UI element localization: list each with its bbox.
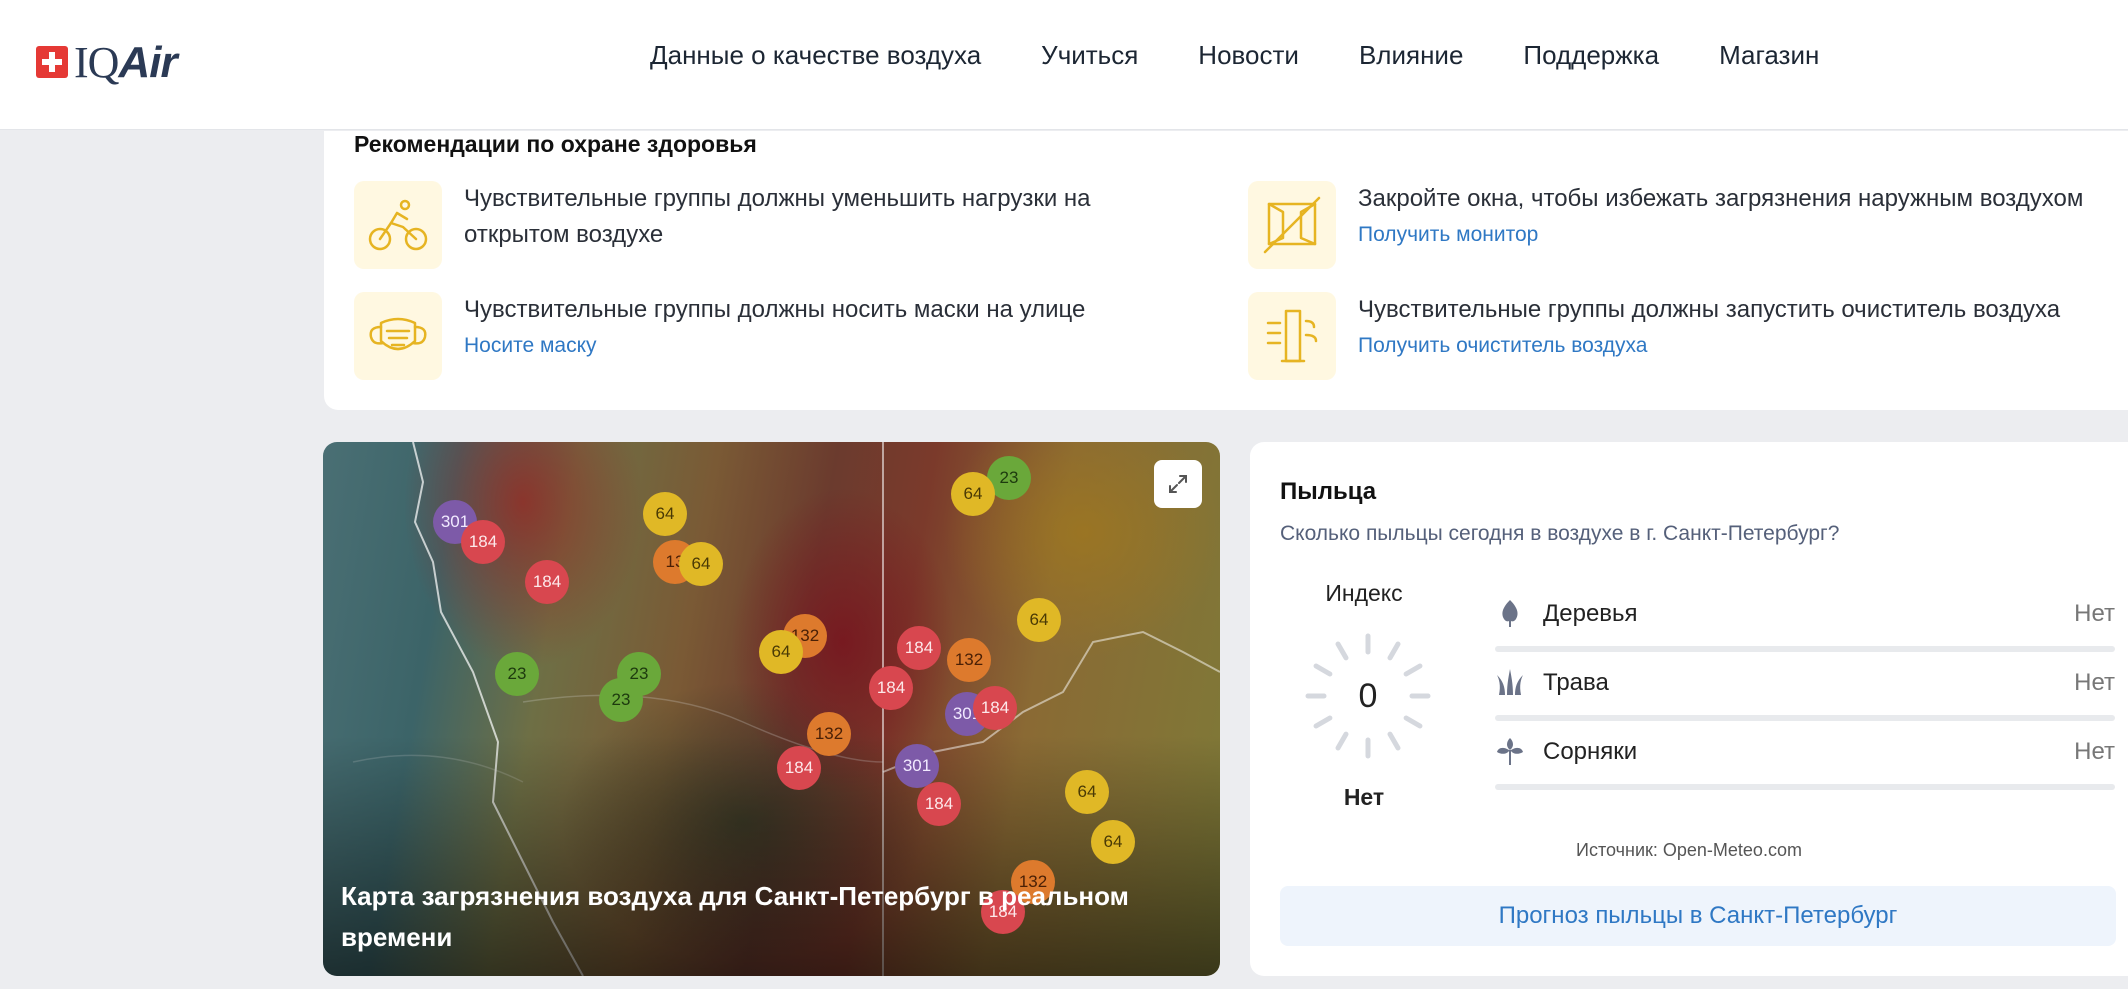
pollen-index-status: Нет [1343, 784, 1385, 810]
recommendation-item: Чувствительные группы должны носить маск… [354, 292, 1184, 380]
pollen-forecast-button[interactable]: Прогноз пыльцы в Санкт-Петербург [1280, 886, 2116, 946]
map-station-marker[interactable]: 184 [973, 686, 1017, 730]
health-recommendations-card: Рекомендации по охране здоровья Чувствит… [324, 131, 2128, 410]
site-header: IQAir Данные о качестве воздуха Учиться … [0, 0, 2128, 130]
recommendation-text: Чувствительные группы должны уменьшить н… [464, 185, 1091, 248]
map-caption[interactable]: Карта загрязнения воздуха для Санкт-Пете… [341, 876, 1141, 958]
recommendation-item: Закройте окна, чтобы избежать загрязнени… [1248, 181, 2108, 269]
recommendation-text: Чувствительные группы должны носить маск… [464, 296, 1086, 323]
get-purifier-link[interactable]: Получить очиститель воздуха [1358, 328, 2108, 364]
grass-icon [1497, 669, 1523, 695]
nav-news[interactable]: Новости [1168, 30, 1329, 81]
swiss-cross-icon [36, 46, 68, 78]
pollution-map[interactable]: 301 184 184 64 13 64 23 23 23 132 64 184… [323, 442, 1220, 976]
pollen-type-value: Нет [2074, 600, 2115, 627]
nav-support[interactable]: Поддержка [1493, 30, 1689, 81]
nav-impact[interactable]: Влияние [1329, 30, 1493, 81]
map-station-marker[interactable]: 132 [807, 712, 851, 756]
recommendation-item: Чувствительные группы должны уменьшить н… [354, 181, 1184, 269]
map-station-marker[interactable]: 301 [895, 744, 939, 788]
cycling-icon [354, 181, 442, 269]
pollen-type-value: Нет [2074, 669, 2115, 696]
map-station-marker[interactable]: 184 [525, 560, 569, 604]
recommendation-text: Закройте окна, чтобы избежать загрязнени… [1358, 185, 2084, 212]
pollen-type-grass: Трава Нет [1495, 663, 2115, 721]
mask-icon [354, 292, 442, 380]
pollen-index-label: Индекс [1325, 580, 1403, 606]
pollen-source: Источник: Open-Meteo.com [1576, 840, 1802, 860]
health-title: Рекомендации по охране здоровья [354, 131, 757, 157]
weed-icon [1497, 738, 1523, 765]
map-station-marker[interactable]: 23 [599, 678, 643, 722]
nav-learn[interactable]: Учиться [1011, 30, 1168, 81]
map-station-marker[interactable]: 64 [679, 542, 723, 586]
map-station-marker[interactable]: 23 [495, 652, 539, 696]
pollen-index-value: 0 [1358, 676, 1378, 715]
expand-icon[interactable] [1154, 460, 1202, 508]
pollen-level-bar [1495, 784, 2115, 790]
nav-air-quality-data[interactable]: Данные о качестве воздуха [620, 30, 1011, 81]
map-station-marker[interactable]: 184 [869, 666, 913, 710]
pollen-card: Пыльца Сколько пыльцы сегодня в воздухе … [1250, 442, 2128, 976]
iqair-logo[interactable]: IQAir [36, 37, 178, 87]
pollen-type-name: Сорняки [1543, 738, 1638, 765]
air-purifier-icon [1248, 292, 1336, 380]
pollen-type-name: Трава [1543, 669, 1609, 696]
map-station-marker[interactable]: 132 [947, 638, 991, 682]
get-monitor-link[interactable]: Получить монитор [1358, 217, 2108, 253]
pollen-type-value: Нет [2074, 738, 2115, 765]
map-station-marker[interactable]: 184 [777, 746, 821, 790]
pollen-subtitle: Сколько пыльцы сегодня в воздухе в г. Са… [1280, 522, 1840, 545]
logo-text: IQAir [74, 37, 178, 87]
main-nav: Данные о качестве воздуха Учиться Новост… [620, 30, 1849, 81]
nav-shop[interactable]: Магазин [1689, 30, 1849, 81]
map-station-marker[interactable]: 184 [461, 520, 505, 564]
pollen-type-name: Деревья [1543, 600, 1638, 627]
wear-mask-link[interactable]: Носите маску [464, 328, 1184, 364]
map-station-marker[interactable]: 64 [951, 472, 995, 516]
pollen-type-trees: Деревья Нет [1495, 594, 2115, 652]
map-station-marker[interactable]: 64 [643, 492, 687, 536]
map-station-marker[interactable]: 184 [897, 626, 941, 670]
window-closed-icon [1248, 181, 1336, 269]
map-station-marker[interactable]: 184 [917, 782, 961, 826]
map-station-marker[interactable]: 64 [1065, 770, 1109, 814]
tree-icon [1502, 600, 1518, 627]
recommendation-text: Чувствительные группы должны запустить о… [1358, 296, 2061, 323]
map-station-marker[interactable]: 64 [1091, 820, 1135, 864]
pollen-type-weeds: Сорняки Нет [1495, 732, 2115, 790]
map-station-marker[interactable]: 64 [1017, 598, 1061, 642]
recommendation-item: Чувствительные группы должны запустить о… [1248, 292, 2108, 380]
pollen-level-bar [1495, 715, 2115, 721]
pollen-level-bar [1495, 646, 2115, 652]
pollen-title: Пыльца [1280, 478, 1377, 505]
map-station-marker[interactable]: 64 [759, 630, 803, 674]
